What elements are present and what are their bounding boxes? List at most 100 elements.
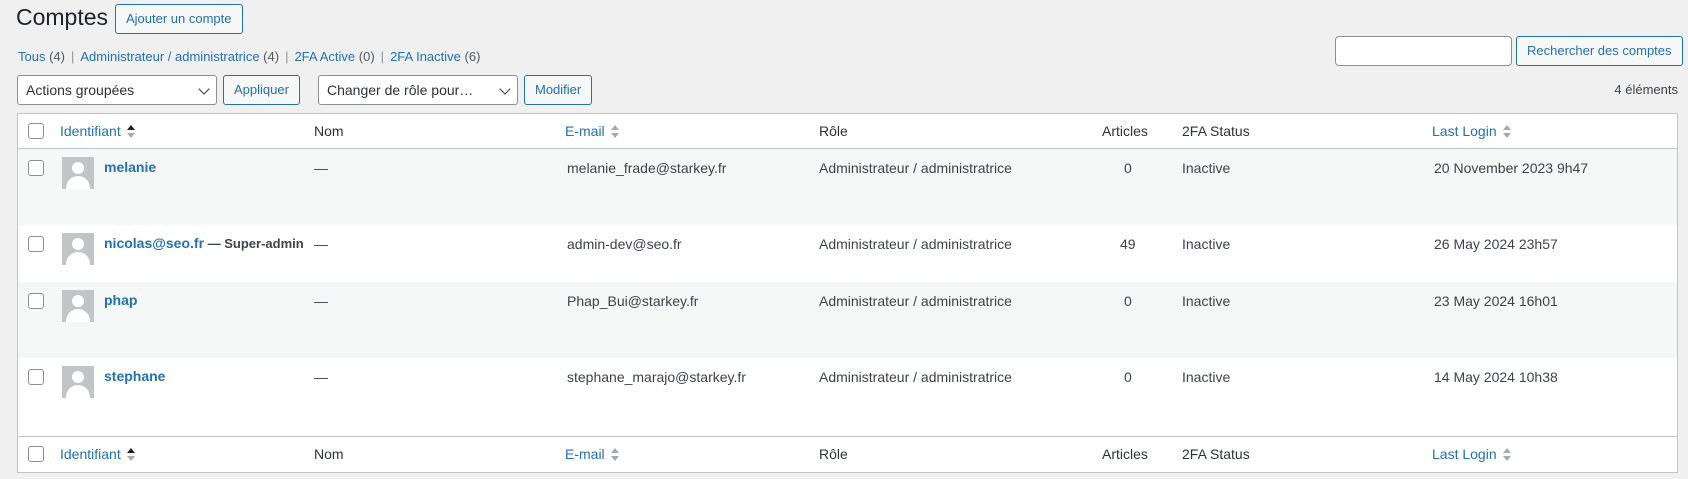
row-checkbox[interactable] [28, 236, 44, 252]
bulk-actions-select[interactable]: Actions groupées [17, 75, 217, 105]
sort-icon [1502, 447, 1511, 463]
table-footer: Identifiant Nom E-mail Rôle Articles 2FA… [18, 436, 1677, 473]
sort-icon [126, 447, 135, 463]
user-email[interactable]: stephane_marajo@starkey.fr [567, 369, 746, 385]
user-posts: 0 [1124, 369, 1132, 385]
modify-role-button[interactable]: Modifier [524, 75, 593, 105]
change-role-select[interactable]: Changer de rôle pour… [318, 75, 518, 105]
search-input[interactable] [1335, 36, 1512, 66]
user-2fa-status: Inactive [1182, 160, 1231, 176]
user-2fa-status: Inactive [1182, 369, 1231, 385]
user-role: Administrateur / administratrice [819, 160, 1012, 176]
column-posts: Articles [1102, 123, 1148, 139]
table-row: stephane — stephane_marajo@starkey.fr Ad… [18, 358, 1677, 436]
column-last-login[interactable]: Last Login [1432, 123, 1511, 140]
user-role-filters: Tous (4) | Administrateur / administratric… [18, 49, 480, 64]
username-link[interactable]: melanie [104, 159, 156, 175]
page-title: Comptes [16, 4, 109, 30]
filter-2fa-inactive-label[interactable]: 2FA Inactive [390, 49, 461, 64]
username-text[interactable]: melanie [104, 159, 156, 175]
user-posts: 0 [1124, 160, 1132, 176]
filter-all[interactable]: Tous (4) [18, 49, 65, 64]
avatar [62, 233, 94, 265]
column-username-label[interactable]: Identifiant [60, 446, 121, 462]
filter-2fa-inactive[interactable]: 2FA Inactive (6) [390, 49, 480, 64]
row-checkbox[interactable] [28, 369, 44, 385]
user-role: Administrateur / administratrice [819, 369, 1012, 385]
item-count: 4 éléments [1614, 82, 1678, 97]
user-name: — [314, 293, 328, 309]
column-username[interactable]: Identifiant [60, 446, 135, 463]
users-table: Identifiant Nom E-mail Rôle Articles 2FA… [17, 113, 1678, 473]
table-row: melanie — melanie_frade@starkey.fr Admin… [18, 149, 1677, 225]
sort-icon [610, 447, 619, 463]
username-text[interactable]: phap [104, 292, 137, 308]
user-last-login: 20 November 2023 9h47 [1434, 160, 1589, 176]
user-email[interactable]: admin-dev@seo.fr [567, 236, 682, 252]
column-email[interactable]: E-mail [565, 123, 619, 140]
bulk-actions-selected-value: Actions groupées [26, 82, 135, 98]
column-username-label[interactable]: Identifiant [60, 123, 121, 139]
username-link[interactable]: phap [104, 292, 137, 308]
filter-separator: | [380, 49, 385, 64]
username-text[interactable]: nicolas@seo.fr [104, 235, 204, 251]
filter-2fa-active[interactable]: 2FA Active (0) [294, 49, 374, 64]
user-posts-link[interactable]: 49 [1120, 236, 1136, 252]
sort-icon [126, 124, 135, 140]
filter-administrator[interactable]: Administrateur / administratrice (4) [80, 49, 279, 64]
user-posts: 0 [1124, 293, 1132, 309]
username-link[interactable]: stephane [104, 368, 165, 384]
user-name: — [314, 160, 328, 176]
chevron-down-icon [499, 83, 511, 95]
sort-icon [610, 124, 619, 140]
column-email[interactable]: E-mail [565, 446, 619, 463]
avatar [62, 157, 94, 189]
user-last-login: 23 May 2024 16h01 [1434, 293, 1558, 309]
column-username[interactable]: Identifiant [60, 123, 135, 140]
apply-button[interactable]: Appliquer [223, 75, 300, 105]
user-role: Administrateur / administratrice [819, 293, 1012, 309]
select-all-checkbox[interactable] [28, 123, 44, 139]
table-row: nicolas@seo.fr — Super-admin — admin-dev… [18, 225, 1677, 282]
column-last-login-label[interactable]: Last Login [1432, 123, 1497, 139]
user-email[interactable]: melanie_frade@starkey.fr [567, 160, 726, 176]
table-row: phap — Phap_Bui@starkey.fr Administrateu… [18, 282, 1677, 358]
filter-administrator-label[interactable]: Administrateur / administratrice [80, 49, 259, 64]
user-state: — Super-admin [204, 236, 304, 251]
table-header: Identifiant Nom E-mail Rôle Articles 2FA… [18, 114, 1677, 149]
change-role-selected-value: Changer de rôle pour… [327, 82, 474, 98]
column-2fa-status: 2FA Status [1182, 123, 1250, 139]
filter-2fa-active-count: (0) [358, 49, 375, 64]
filter-all-count: (4) [49, 49, 65, 64]
column-last-login-label[interactable]: Last Login [1432, 446, 1497, 462]
column-name: Nom [314, 123, 344, 139]
column-role: Rôle [819, 446, 848, 462]
row-checkbox[interactable] [28, 160, 44, 176]
column-posts: Articles [1102, 446, 1148, 462]
column-2fa-status: 2FA Status [1182, 446, 1250, 462]
avatar [62, 366, 94, 398]
user-2fa-status: Inactive [1182, 293, 1231, 309]
row-checkbox[interactable] [28, 293, 44, 309]
filter-2fa-active-label[interactable]: 2FA Active [294, 49, 355, 64]
sort-icon [1502, 124, 1511, 140]
filter-administrator-count: (4) [263, 49, 280, 64]
user-last-login: 14 May 2024 10h38 [1434, 369, 1558, 385]
column-email-label[interactable]: E-mail [565, 123, 605, 139]
user-last-login: 26 May 2024 23h57 [1434, 236, 1558, 252]
user-name: — [314, 236, 328, 252]
username-link[interactable]: nicolas@seo.fr — Super-admin [104, 235, 304, 251]
username-text[interactable]: stephane [104, 368, 165, 384]
filter-all-label[interactable]: Tous [18, 49, 45, 64]
add-user-button[interactable]: Ajouter un compte [115, 4, 243, 34]
search-users-button[interactable]: Rechercher des comptes [1516, 36, 1683, 66]
user-email[interactable]: Phap_Bui@starkey.fr [567, 293, 698, 309]
select-all-checkbox[interactable] [28, 446, 44, 462]
user-2fa-status: Inactive [1182, 236, 1231, 252]
column-name: Nom [314, 446, 344, 462]
filter-2fa-inactive-count: (6) [464, 49, 481, 64]
column-last-login[interactable]: Last Login [1432, 446, 1511, 463]
avatar [62, 290, 94, 322]
chevron-down-icon [198, 83, 210, 95]
column-email-label[interactable]: E-mail [565, 446, 605, 462]
